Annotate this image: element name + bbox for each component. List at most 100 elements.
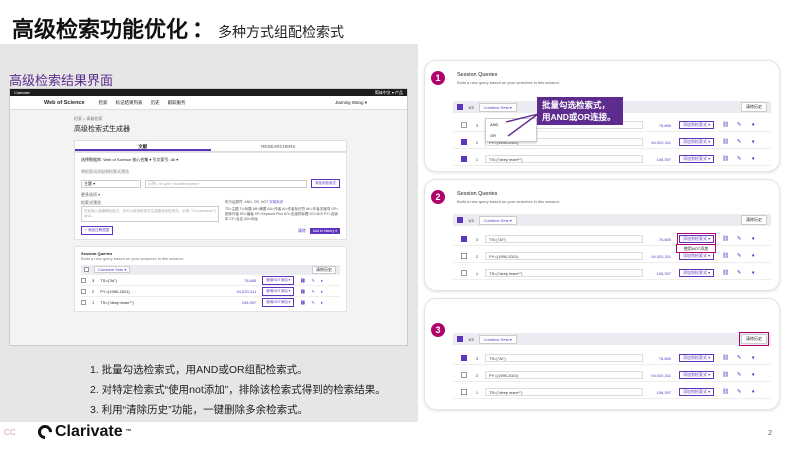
bell-icon[interactable]: ♦: [321, 289, 323, 294]
select-all-checkbox[interactable]: [457, 104, 463, 110]
bell-icon[interactable]: ♦: [321, 278, 323, 283]
row-count[interactable]: 106,397: [643, 157, 671, 162]
add-to-query-button[interactable]: 添加到检索式 ▾: [679, 371, 715, 379]
tab-documents[interactable]: 文献: [75, 141, 211, 151]
row-checkbox[interactable]: [461, 355, 467, 361]
row-count[interactable]: 94,020,311: [643, 254, 671, 259]
add-to-query-button[interactable]: 添加到检索式 ▾: [679, 354, 715, 362]
language-menu[interactable]: 简体中文 ▾ 产品: [375, 90, 407, 96]
tab-researchers[interactable]: RESEARCHERS: [211, 141, 347, 151]
row-count[interactable]: 76,665: [226, 278, 256, 283]
add-date-range[interactable]: + 添加日期范围: [81, 226, 114, 235]
query-preview-input[interactable]: 在此输入或编辑检索式。也可以使用检索式生成器添加检索式。示例: TS=(nano…: [81, 206, 219, 222]
pencil-icon[interactable]: ✎: [736, 270, 742, 276]
nav-history[interactable]: 历史: [151, 100, 160, 106]
row-count[interactable]: 76,665: [643, 356, 671, 361]
combine-sets-button[interactable]: Combine Sets ▾: [94, 266, 131, 273]
link-icon[interactable]: ⛓: [722, 253, 729, 259]
bell-icon[interactable]: ♦: [750, 139, 756, 145]
select-all-checkbox[interactable]: [84, 267, 89, 272]
row-checkbox[interactable]: [461, 156, 467, 162]
row-count[interactable]: 106,397: [643, 390, 671, 395]
clear-button[interactable]: 清除: [298, 228, 306, 234]
clear-history-button[interactable]: 清除历史: [741, 102, 767, 112]
row-count[interactable]: 76,665: [643, 237, 671, 242]
add-to-query-button[interactable]: 添加到检索式 ▾: [679, 269, 715, 277]
pencil-icon[interactable]: ✎: [736, 389, 742, 395]
bell-icon[interactable]: ♦: [750, 355, 756, 361]
row-count[interactable]: 76,665: [643, 123, 671, 128]
field-tags-link[interactable]: 字段标识: [269, 200, 283, 204]
nav-alerts[interactable]: 跟踪服务: [168, 100, 186, 106]
nav-search[interactable]: 检索: [99, 100, 108, 106]
add-to-query-button[interactable]: 添加到检索式: [311, 179, 340, 188]
pencil-icon[interactable]: ✎: [736, 355, 742, 361]
add-to-query-button[interactable]: 添加到检索式 ▾: [679, 252, 715, 260]
clear-history-button[interactable]: 清除历史: [739, 332, 769, 346]
row-checkbox[interactable]: [461, 372, 467, 378]
link-icon[interactable]: ⛓: [722, 139, 729, 145]
pencil-icon[interactable]: ✎: [736, 236, 742, 242]
bell-icon[interactable]: ♦: [750, 156, 756, 162]
bell-icon[interactable]: ♦: [750, 236, 756, 242]
clear-history-button[interactable]: 清除历史: [741, 215, 767, 225]
pencil-icon[interactable]: ✎: [736, 122, 742, 128]
link-icon[interactable]: ⛓: [722, 156, 729, 162]
add-to-query-button[interactable]: 添加到检索式 ▾: [679, 138, 715, 146]
pencil-icon[interactable]: ✎: [311, 278, 314, 283]
combine-sets-button[interactable]: Combine Sets ▾: [478, 334, 517, 344]
bell-icon[interactable]: ♦: [750, 372, 756, 378]
wos-logo[interactable]: Web of Science: [44, 100, 85, 106]
user-menu[interactable]: Jiaming Wang ▾: [335, 100, 367, 106]
row-count[interactable]: 94,020,311: [643, 373, 671, 378]
row-checkbox[interactable]: [461, 253, 467, 259]
bell-icon[interactable]: ♦: [750, 122, 756, 128]
row-checkbox[interactable]: [81, 299, 86, 305]
row-count[interactable]: 106,397: [226, 300, 256, 305]
add-to-history-button[interactable]: Add to history ▾: [309, 227, 340, 234]
pencil-icon[interactable]: ✎: [736, 253, 742, 259]
link-icon[interactable]: ⛓: [722, 355, 729, 361]
row-count[interactable]: 106,397: [643, 271, 671, 276]
row-checkbox[interactable]: [461, 389, 467, 395]
row-checkbox[interactable]: [461, 270, 467, 276]
add-with-not-popup[interactable]: 使用NOT添加: [676, 244, 716, 253]
add-to-query-button[interactable]: 添加到检索式 ▾: [679, 155, 715, 163]
row-checkbox[interactable]: [81, 288, 86, 294]
pencil-icon[interactable]: ✎: [736, 156, 742, 162]
row-count[interactable]: 94,020,311: [643, 140, 671, 145]
more-options[interactable]: 更多选项 ▾: [81, 192, 340, 198]
add-to-query-button[interactable]: 添加到检索式 ▾: [679, 121, 715, 129]
pencil-icon[interactable]: ✎: [736, 372, 742, 378]
link-icon[interactable]: ⛓: [722, 372, 729, 378]
link-icon[interactable]: ⛓: [722, 389, 729, 395]
add-not-button[interactable]: 使用NOT添加 ▾: [262, 297, 295, 307]
add-not-button[interactable]: 使用NOT添加 ▾: [262, 275, 295, 285]
combine-sets-button[interactable]: Combine Sets ▾: [478, 102, 517, 112]
row-count[interactable]: 94,020,311: [226, 289, 257, 294]
link-icon[interactable]: ⛓: [722, 122, 729, 128]
row-checkbox[interactable]: [461, 236, 467, 242]
add-to-query-button[interactable]: 添加到检索式 ▾: [676, 233, 717, 245]
term-input[interactable]: 示例: oil spill* mediterranean: [145, 179, 307, 188]
pencil-icon[interactable]: ✎: [311, 289, 314, 294]
clear-history-button[interactable]: 清除历史: [312, 265, 336, 274]
add-not-button[interactable]: 使用NOT添加 ▾: [262, 286, 295, 296]
link-icon[interactable]: ⛓: [300, 278, 305, 283]
pencil-icon[interactable]: ✎: [311, 300, 314, 305]
row-checkbox[interactable]: [461, 139, 467, 145]
combine-sets-button[interactable]: Combine Sets ▾: [478, 215, 517, 225]
row-checkbox[interactable]: [461, 122, 467, 128]
link-icon[interactable]: ⛓: [300, 289, 305, 294]
bell-icon[interactable]: ♦: [750, 270, 756, 276]
database-line[interactable]: 选择数据库: Web of Science 核心合集 ▾ 引文索引: All ▾: [81, 157, 340, 163]
bell-icon[interactable]: ♦: [321, 300, 323, 305]
bell-icon[interactable]: ♦: [750, 389, 756, 395]
select-all-checkbox[interactable]: [457, 217, 463, 223]
pencil-icon[interactable]: ✎: [736, 139, 742, 145]
link-icon[interactable]: ⛓: [722, 236, 729, 242]
bell-icon[interactable]: ♦: [750, 253, 756, 259]
add-to-query-button[interactable]: 添加到检索式 ▾: [679, 388, 715, 396]
nav-marked-list[interactable]: 标记结果列表: [116, 100, 143, 106]
select-all-checkbox[interactable]: [457, 336, 463, 342]
